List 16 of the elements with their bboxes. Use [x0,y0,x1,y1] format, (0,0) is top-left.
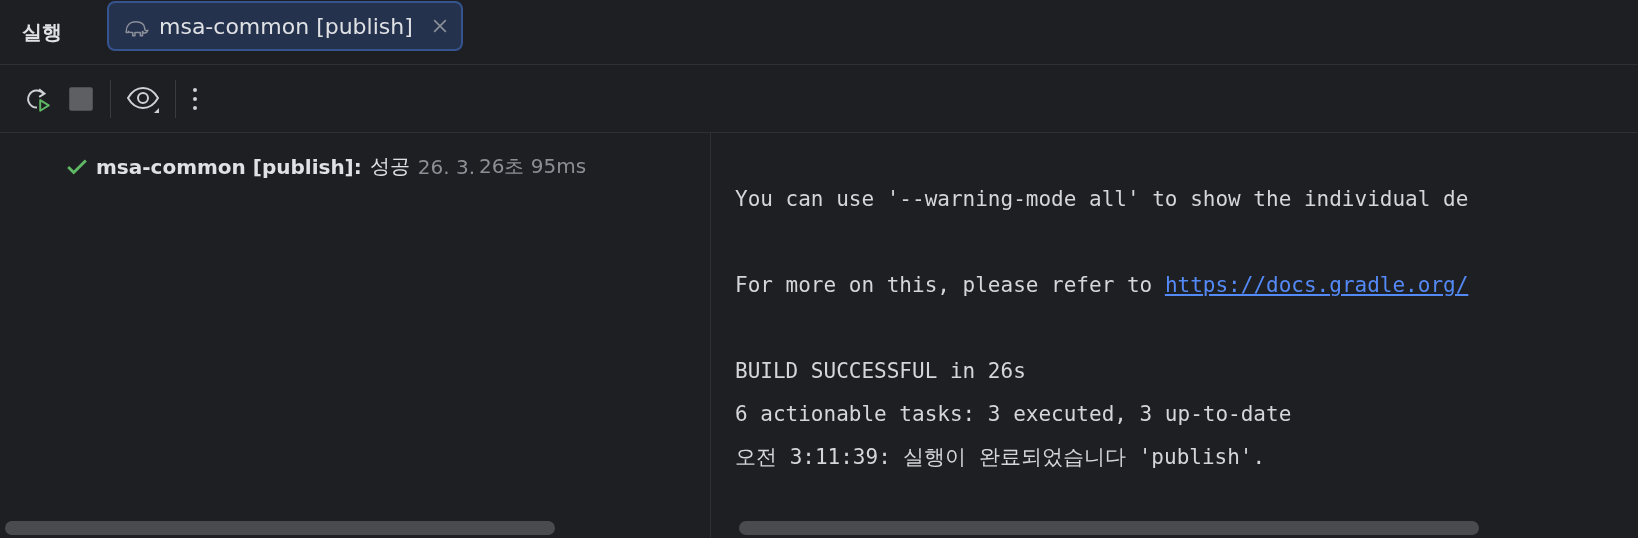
scrollbar[interactable] [739,521,1479,535]
task-date: 26. 3. [417,154,475,179]
task-result: 성공 [369,153,410,180]
console-line: For more on this, please refer to [735,273,1154,297]
close-icon[interactable] [432,19,447,33]
task-duration: 26초 95ms [479,153,587,180]
tool-window-title: 실행 [22,18,63,46]
docs-link[interactable]: https://docs.gradle.org/ [1164,273,1469,297]
scrollbar[interactable] [5,521,555,535]
check-icon [66,157,88,176]
console-line: 6 actionable tasks: 3 executed, 3 up-to-date [735,402,1292,426]
run-tab[interactable]: msa-common [publish] [107,1,463,51]
console-line: BUILD SUCCESSFUL in 26s [735,359,1026,383]
task-name[interactable]: msa-common [publish]: [96,154,362,179]
console-line: You can use '--warning-mode all' to show the individual de [735,187,1469,211]
console-line: 오전 3:11:39: 실행이 완료되었습니다 'publish'. [735,445,1266,469]
